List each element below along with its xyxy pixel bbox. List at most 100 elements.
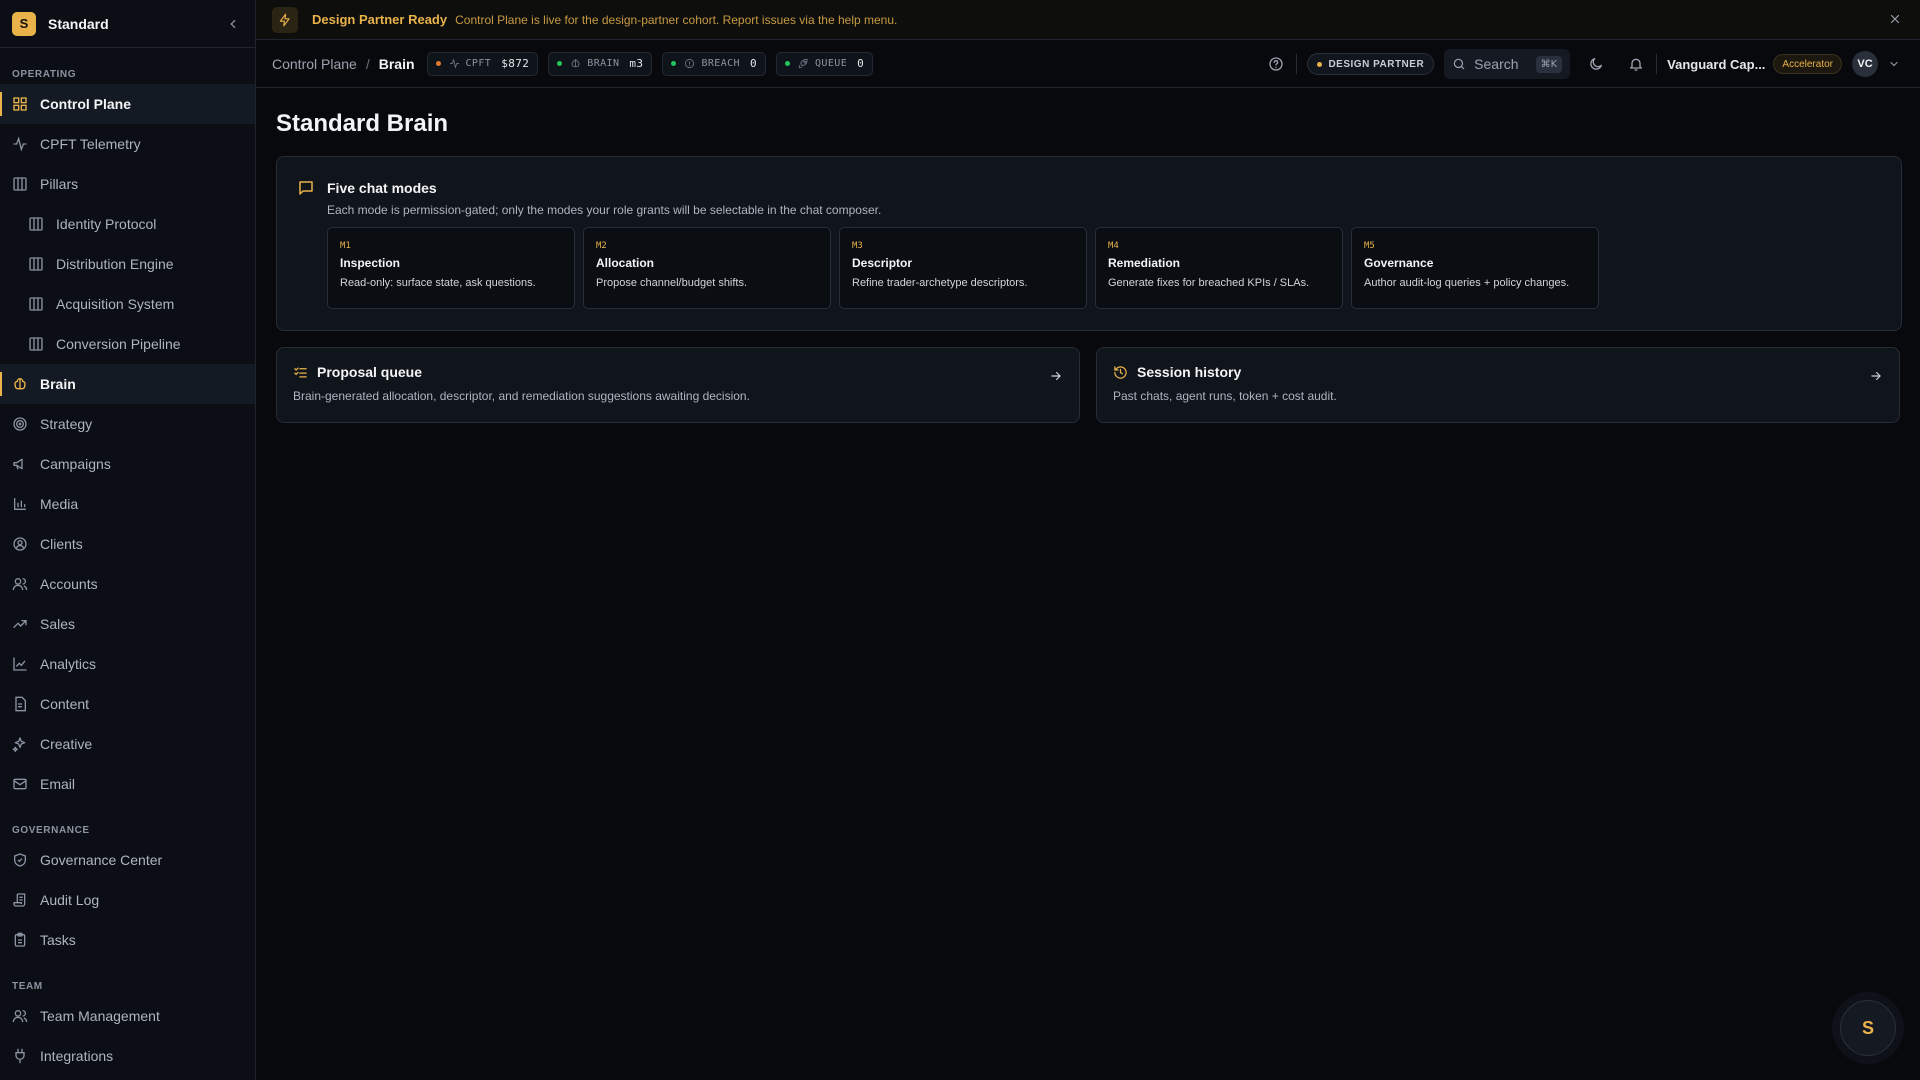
arrow-right-icon xyxy=(1051,371,1061,381)
sidebar-item-label: Tasks xyxy=(40,932,76,948)
sidebar-item-label: Control Plane xyxy=(40,96,132,112)
sidebar-item-cpft-telemetry[interactable]: CPFT Telemetry xyxy=(0,124,255,164)
close-icon[interactable] xyxy=(1888,12,1902,26)
document-icon xyxy=(15,696,26,712)
badge-label: DESIGN PARTNER xyxy=(1328,58,1425,70)
avatar[interactable]: VC xyxy=(1852,51,1878,77)
sidebar-item-distribution-engine[interactable]: Distribution Engine xyxy=(0,244,255,284)
mode-code: M1 xyxy=(340,241,351,251)
app-logo[interactable]: S xyxy=(12,11,36,36)
sidebar-header: S Standard xyxy=(0,0,255,48)
message-square-icon xyxy=(299,181,313,195)
activity-icon xyxy=(449,58,459,69)
announcement-banner: Design Partner Ready Control Plane is li… xyxy=(256,0,1920,40)
status-pill-breach[interactable]: BREACH 0 xyxy=(662,51,767,76)
sidebar-item-creative[interactable]: Creative xyxy=(0,724,255,764)
sidebar-item-clients[interactable]: Clients xyxy=(0,524,255,564)
sidebar-item-label: CPFT Telemetry xyxy=(40,136,141,152)
modes-list: M1 Inspection Read-only: surface state, … xyxy=(327,227,1881,309)
mode-code: M4 xyxy=(1108,241,1119,251)
card-header: Session history xyxy=(1113,364,1883,380)
sidebar-item-identity-protocol[interactable]: Identity Protocol xyxy=(0,204,255,244)
sidebar-item-label: Strategy xyxy=(40,416,93,432)
mode-card-m1[interactable]: M1 Inspection Read-only: surface state, … xyxy=(327,227,575,309)
divider xyxy=(1656,54,1658,74)
collapse-sidebar-icon[interactable] xyxy=(223,14,243,34)
sidebar-item-pillars[interactable]: Pillars xyxy=(0,164,255,204)
bolt-icon xyxy=(272,6,298,33)
sidebar-item-analytics[interactable]: Analytics xyxy=(0,644,255,684)
list-checks-icon xyxy=(294,367,307,377)
card-description: Each mode is permission-gated; only the … xyxy=(327,203,882,217)
sidebar-item-tasks[interactable]: Tasks xyxy=(0,920,255,960)
bell-icon[interactable] xyxy=(1626,54,1646,74)
pill-label: BRAIN xyxy=(587,58,620,69)
sidebar-item-label: Creative xyxy=(40,736,93,752)
card-title: Five chat modes xyxy=(327,180,437,196)
sparkles-icon xyxy=(12,737,26,752)
sidebar-item-brain[interactable]: Brain xyxy=(0,364,255,404)
sidebar-item-strategy[interactable]: Strategy xyxy=(0,404,255,444)
mode-name: Remediation xyxy=(1108,256,1181,270)
mode-card-m2[interactable]: M2 Allocation Propose channel/budget shi… xyxy=(583,227,831,309)
status-dot xyxy=(435,61,441,66)
sidebar-item-content[interactable]: Content xyxy=(0,684,255,724)
sidebar-item-accounts[interactable]: Accounts xyxy=(0,564,255,604)
mode-card-m3[interactable]: M3 Descriptor Refine trader-archetype de… xyxy=(839,227,1087,309)
sidebar-item-acquisition-system[interactable]: Acquisition System xyxy=(0,284,255,324)
breadcrumb-control-plane[interactable]: Control Plane xyxy=(272,56,357,72)
banner-title: Design Partner Ready xyxy=(312,12,448,27)
sidebar-item-control-plane[interactable]: Control Plane xyxy=(0,84,255,124)
sidebar-item-campaigns[interactable]: Campaigns xyxy=(0,444,255,484)
assistant-fab[interactable]: S xyxy=(1840,1000,1896,1056)
card-title: Proposal queue xyxy=(317,364,423,380)
mode-card-m4[interactable]: M4 Remediation Generate fixes for breach… xyxy=(1095,227,1343,309)
pill-label: QUEUE xyxy=(815,58,848,69)
search-placeholder: Search xyxy=(1474,56,1519,72)
sidebar-item-team-management[interactable]: Team Management xyxy=(0,996,255,1036)
mode-description: Author audit-log queries + policy change… xyxy=(1364,277,1570,289)
sidebar-item-label: Audit Log xyxy=(40,892,100,908)
sidebar-item-conversion-pipeline[interactable]: Conversion Pipeline xyxy=(0,324,255,364)
mode-name: Inspection xyxy=(340,256,401,270)
sidebar-item-governance-center[interactable]: Governance Center xyxy=(0,840,255,880)
chevron-down-icon[interactable] xyxy=(1884,54,1904,74)
moon-icon[interactable] xyxy=(1586,54,1606,74)
sidebar-item-label: Clients xyxy=(40,536,83,552)
pill-label: BREACH xyxy=(701,58,740,69)
banner-text: Control Plane is live for the design-par… xyxy=(455,12,898,27)
columns-icon xyxy=(29,257,43,271)
proposal-queue-card[interactable]: Proposal queue Brain-generated allocatio… xyxy=(276,347,1080,423)
breadcrumb-brain: Brain xyxy=(378,55,415,72)
app-name: Standard xyxy=(48,15,109,32)
sidebar-item-label: Integrations xyxy=(40,1048,114,1064)
sidebar-item-label: Governance Center xyxy=(40,852,163,868)
mode-card-m5[interactable]: M5 Governance Author audit-log queries +… xyxy=(1351,227,1599,309)
divider xyxy=(1296,54,1298,74)
sidebar-item-integrations[interactable]: Integrations xyxy=(0,1036,255,1076)
sidebar-item-label: Brain xyxy=(40,376,76,392)
sidebar-item-label: Team Management xyxy=(40,1008,160,1024)
status-pill-queue[interactable]: QUEUE 0 xyxy=(776,51,874,76)
sidebar-item-email[interactable]: Email xyxy=(0,764,255,804)
card-title: Session history xyxy=(1137,364,1242,380)
status-pill-brain[interactable]: BRAIN m3 xyxy=(548,51,653,76)
status-dot xyxy=(671,61,677,66)
sidebar-item-media[interactable]: Media xyxy=(0,484,255,524)
org-name[interactable]: Vanguard Cap... xyxy=(1667,57,1765,72)
sidebar-item-label: Media xyxy=(40,496,79,512)
plan-badge: Accelerator xyxy=(1773,54,1842,74)
help-icon[interactable] xyxy=(1266,54,1286,74)
users-icon xyxy=(12,578,28,591)
sidebar-section-operating: OPERATING xyxy=(12,69,77,80)
sidebar-item-sales[interactable]: Sales xyxy=(0,604,255,644)
columns-icon xyxy=(13,177,27,191)
sidebar-item-audit-log[interactable]: Audit Log xyxy=(0,880,255,920)
search-button[interactable]: Search ⌘K xyxy=(1444,49,1571,79)
session-history-card[interactable]: Session history Past chats, agent runs, … xyxy=(1096,347,1900,423)
users-icon xyxy=(12,1010,28,1023)
rocket-icon xyxy=(798,58,808,69)
status-pill-cpft[interactable]: CPFT $872 xyxy=(426,51,539,76)
status-dot xyxy=(785,61,791,66)
plug-icon xyxy=(15,1048,25,1064)
